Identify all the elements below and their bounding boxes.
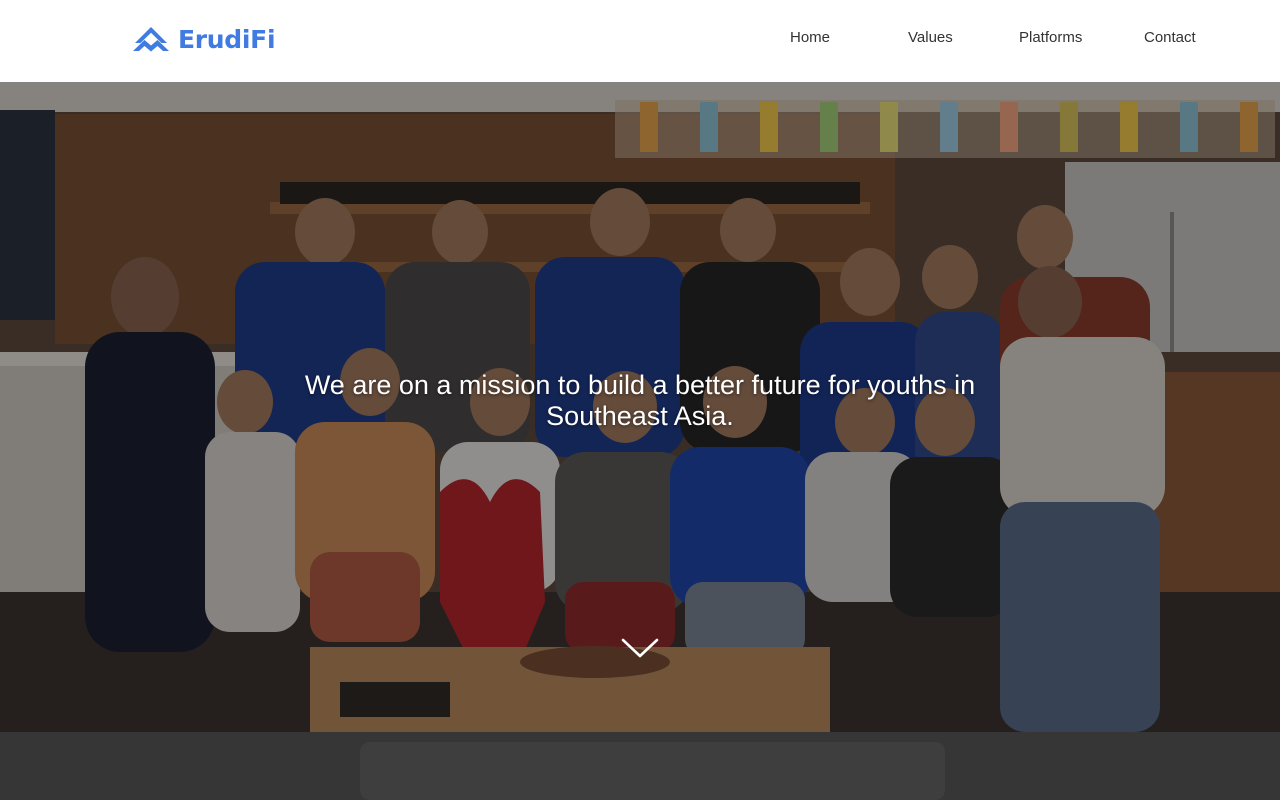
chevron-down-icon[interactable] xyxy=(620,634,660,662)
nav-home[interactable]: Home xyxy=(790,29,830,47)
main-nav: Home Values Platforms Contact xyxy=(0,0,1280,76)
nav-platforms[interactable]: Platforms xyxy=(1019,29,1082,47)
hero-headline: We are on a mission to build a better fu… xyxy=(304,370,976,431)
hero-section: We are on a mission to build a better fu… xyxy=(0,82,1280,800)
site-header: ErudiFi Home Values Platforms Contact xyxy=(0,0,1280,82)
hero-overlay xyxy=(0,82,1280,800)
nav-values[interactable]: Values xyxy=(908,29,953,47)
nav-contact[interactable]: Contact xyxy=(1144,29,1196,47)
